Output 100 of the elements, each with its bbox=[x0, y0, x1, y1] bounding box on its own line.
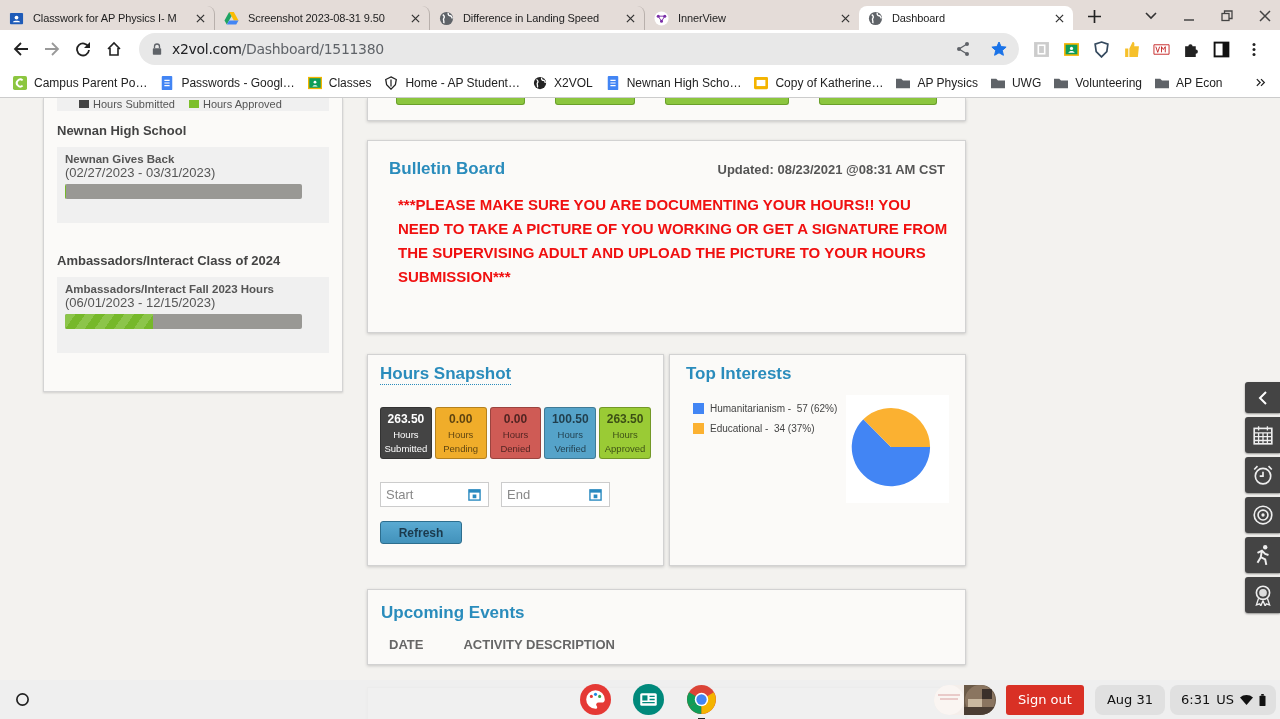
shield-icon bbox=[384, 75, 399, 90]
bookmark-label: Campus Parent Po… bbox=[34, 75, 148, 90]
bookmark[interactable]: Classes bbox=[307, 75, 372, 90]
alarm-button[interactable] bbox=[1245, 457, 1280, 493]
classroom-icon bbox=[9, 10, 24, 26]
browser-tab[interactable]: InnerView bbox=[645, 6, 859, 30]
hours-value: 0.00 bbox=[503, 412, 528, 426]
legend-label: Hours Submitted bbox=[93, 98, 175, 110]
chevron-right-icon[interactable] bbox=[1256, 78, 1266, 87]
date-text: Aug 31 bbox=[1106, 692, 1153, 707]
start-date-field[interactable]: Start bbox=[380, 482, 489, 507]
tab-title: Difference in Landing Speed bbox=[463, 12, 600, 24]
date-tray[interactable]: Aug 31 bbox=[1094, 684, 1165, 715]
forward-icon[interactable] bbox=[44, 41, 60, 57]
hours-label: Hours Verified bbox=[553, 428, 588, 456]
bookmark-label: AP Physics bbox=[917, 75, 978, 90]
target-button[interactable] bbox=[1245, 497, 1280, 533]
card-title: Bulletin Board bbox=[389, 159, 506, 179]
bookmark-label: Home - AP Student… bbox=[405, 75, 520, 90]
group-heading: Newnan High School bbox=[57, 123, 188, 138]
close-icon[interactable] bbox=[1259, 10, 1271, 22]
launcher-icon[interactable] bbox=[15, 692, 30, 707]
restore-icon[interactable] bbox=[1221, 10, 1233, 22]
bulletin-message: ***PLEASE MAKE SURE YOU ARE DOCUMENTING YOUR HOURS!! YOU NEED TO TAKE A PICTURE OF YOU WORKING OR GET A SIGNATURE FROM THE SUPERVISING ADULT AND UPLOAD THE PICTURE TO YOUR HOURS SUBMISSION*** bbox=[398, 195, 948, 287]
hours-value: 100.50 bbox=[551, 412, 589, 426]
bookmark[interactable]: Volunteering bbox=[1054, 75, 1142, 90]
hours-value: 263.50 bbox=[606, 412, 644, 426]
battery-icon bbox=[1259, 693, 1266, 706]
bookmark[interactable]: AP Econ bbox=[1155, 75, 1223, 90]
star-icon[interactable] bbox=[991, 41, 1007, 57]
reload-icon[interactable] bbox=[75, 41, 91, 57]
tab-title: Screenshot 2023-08-31 9.50 bbox=[248, 12, 386, 24]
bookmark[interactable]: Newnan High Scho… bbox=[605, 75, 742, 90]
hours-value: 0.00 bbox=[449, 412, 473, 426]
bookmark[interactable]: Passwords - Googl… bbox=[160, 75, 295, 90]
legend-label: Hours Approved bbox=[202, 98, 282, 110]
card-title: Upcoming Events bbox=[381, 603, 526, 623]
shield-icon[interactable] bbox=[1093, 40, 1110, 58]
bookmark-label: UWG bbox=[1011, 75, 1042, 90]
chevron-down-icon[interactable] bbox=[1145, 10, 1157, 22]
calendar-icon[interactable] bbox=[468, 488, 481, 501]
bookmark-label: AP Econ bbox=[1176, 75, 1223, 90]
share-icon[interactable] bbox=[955, 41, 971, 57]
collapse-button[interactable] bbox=[1245, 382, 1280, 413]
column-header: DATE bbox=[389, 637, 424, 652]
home-icon[interactable] bbox=[106, 41, 122, 57]
lock-icon bbox=[152, 43, 162, 55]
side-panel-icon[interactable] bbox=[1213, 40, 1230, 58]
sign-out-button[interactable]: Sign out bbox=[1005, 684, 1084, 715]
card-title: Hours Snapshot bbox=[380, 364, 512, 385]
tab-title: Dashboard bbox=[892, 12, 946, 24]
browser-tab[interactable]: Dashboard bbox=[859, 6, 1073, 30]
document-icon bbox=[605, 75, 620, 90]
end-date-field[interactable]: End bbox=[501, 482, 610, 507]
hours-value: 263.50 bbox=[387, 412, 425, 426]
site-icon bbox=[13, 75, 27, 90]
legend-label: Humanitarianism - 57 (62%) bbox=[710, 403, 838, 414]
hours-label: Hours Submitted bbox=[383, 428, 429, 456]
close-icon[interactable] bbox=[626, 13, 635, 23]
column-header: ACTIVITY DESCRIPTION bbox=[463, 637, 615, 652]
calendar-icon[interactable] bbox=[589, 488, 602, 501]
close-icon[interactable] bbox=[196, 13, 205, 23]
bookmark[interactable]: AP Physics bbox=[896, 75, 978, 90]
bookmark-label: Copy of Katherine… bbox=[775, 75, 884, 90]
hours-label: Hours Approved bbox=[603, 428, 647, 456]
hours-label: Hours Pending bbox=[442, 428, 480, 456]
close-icon[interactable] bbox=[841, 13, 850, 23]
chevron-left-icon bbox=[1256, 389, 1269, 406]
refresh-button[interactable]: Refresh bbox=[380, 521, 462, 544]
back-icon[interactable] bbox=[13, 41, 29, 57]
bookmark[interactable]: UWG bbox=[990, 75, 1042, 90]
calendar-button[interactable] bbox=[1245, 417, 1280, 453]
group-heading: Ambassadors/Interact Class of 2024 bbox=[57, 253, 282, 268]
alarm-clock-icon bbox=[1251, 464, 1274, 486]
bookmark[interactable]: Copy of Katherine… bbox=[754, 75, 884, 90]
tab-title: InnerView bbox=[678, 12, 727, 24]
classroom-icon[interactable] bbox=[1063, 40, 1080, 58]
calendar-icon bbox=[1251, 424, 1274, 446]
url-text: x2vol.com/Dashboard/1511380 bbox=[172, 41, 384, 57]
awards-button[interactable] bbox=[1245, 577, 1280, 613]
paint-palette-icon[interactable] bbox=[580, 684, 611, 715]
close-icon[interactable] bbox=[1055, 13, 1064, 23]
hours-label: Hours Denied bbox=[499, 428, 532, 456]
updated-text: Updated: 08/23/2021 @08:31 AM CST bbox=[717, 162, 945, 177]
bookmark[interactable]: Campus Parent Po… bbox=[13, 75, 148, 90]
bookmark[interactable]: Home - AP Student… bbox=[384, 75, 520, 90]
target-icon bbox=[1251, 504, 1274, 526]
new-tab-icon[interactable] bbox=[1088, 10, 1101, 23]
thumbs-up-icon[interactable] bbox=[1123, 40, 1140, 58]
id-card-icon[interactable] bbox=[633, 684, 664, 715]
status-tray[interactable]: 6:31 US bbox=[1170, 684, 1276, 715]
close-icon[interactable] bbox=[411, 13, 420, 23]
classroom-icon bbox=[307, 75, 322, 90]
tab-title: Classwork for AP Physics I- M bbox=[33, 12, 178, 24]
slides-icon bbox=[754, 75, 769, 90]
address-bar[interactable]: x2vol.com/Dashboard/1511380 bbox=[139, 33, 1019, 65]
bookmark[interactable]: X2VOL bbox=[532, 75, 593, 90]
activity-button[interactable] bbox=[1245, 537, 1280, 573]
menu-icon[interactable] bbox=[1251, 40, 1257, 58]
globe-icon bbox=[439, 10, 454, 26]
